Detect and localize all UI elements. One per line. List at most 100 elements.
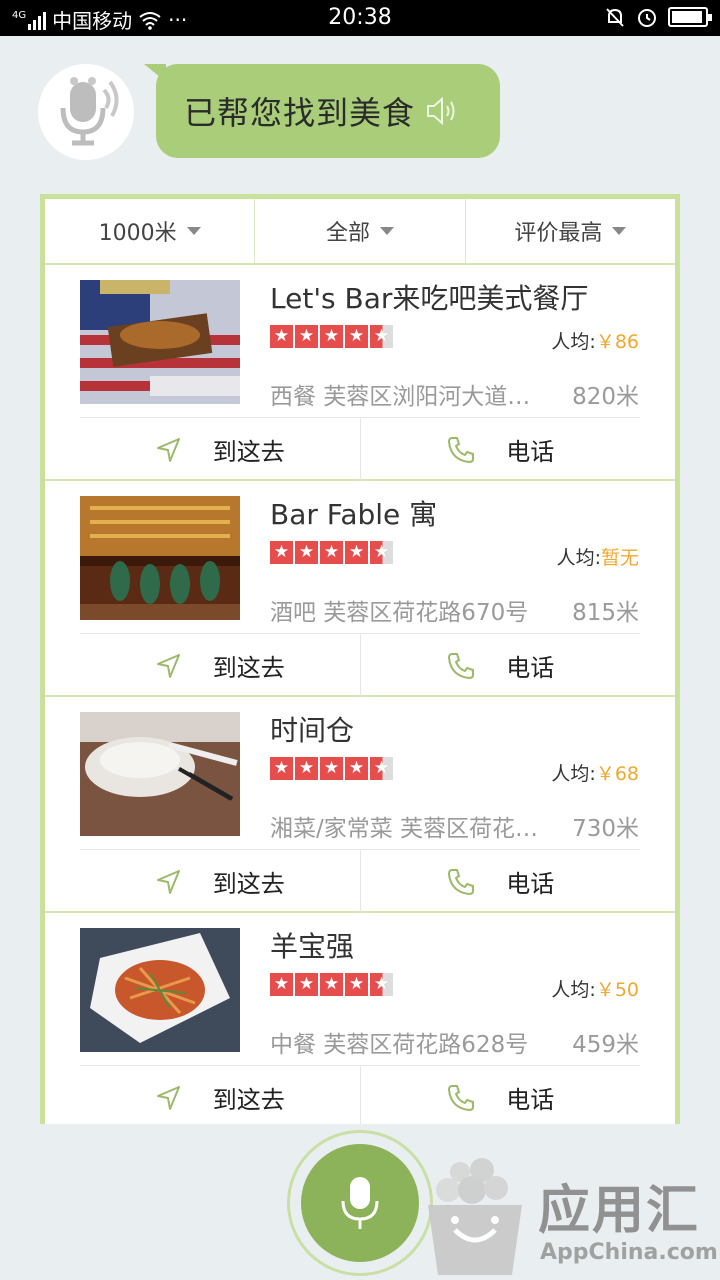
average-price-value: ￥68 xyxy=(595,763,639,785)
navigate-button[interactable]: 到这去 xyxy=(80,634,361,697)
restaurant-name: 羊宝强 xyxy=(270,930,355,963)
filter-sort-label: 评价最高 xyxy=(514,221,603,246)
navigate-button[interactable]: 到这去 xyxy=(80,1066,361,1124)
half-star-icon: ★ xyxy=(370,757,393,780)
navigate-button[interactable]: 到这去 xyxy=(80,418,361,481)
call-label: 电话 xyxy=(506,654,555,682)
appchina-watermark: 应用汇 AppChina.com xyxy=(420,1150,720,1280)
restaurant-item[interactable]: Bar Fable 寓 ★ ★ ★ ★ ★ 人均:暂无 酒吧 芙蓉区荷花路670… xyxy=(45,481,675,697)
navigate-arrow-icon xyxy=(156,437,180,462)
star-icon: ★ xyxy=(345,325,368,348)
half-star-icon: ★ xyxy=(370,325,393,348)
star-icon: ★ xyxy=(345,757,368,780)
microphone-avatar-icon xyxy=(60,77,119,146)
restaurant-actions: 到这去 电话 xyxy=(80,849,640,913)
star-icon: ★ xyxy=(270,325,293,348)
speaker-icon[interactable] xyxy=(425,94,461,128)
phone-icon xyxy=(448,1084,475,1111)
star-icon: ★ xyxy=(345,541,368,564)
star-icon: ★ xyxy=(345,973,368,996)
status-bar: 4G 中国移动 ··· 20:38 xyxy=(0,0,720,36)
dropdown-arrow-icon xyxy=(612,227,627,235)
restaurant-category-address: 西餐 芙蓉区浏阳河大道… xyxy=(270,384,531,410)
rating-stars: ★ ★ ★ ★ ★ xyxy=(270,973,393,996)
call-button[interactable]: 电话 xyxy=(361,634,641,697)
average-price-label: 人均: xyxy=(551,979,596,1001)
restaurant-meta: 酒吧 芙蓉区荷花路670号 815米 xyxy=(270,593,639,627)
average-price-label: 人均: xyxy=(556,547,601,569)
rating-stars: ★ ★ ★ ★ ★ xyxy=(270,325,393,348)
call-button[interactable]: 电话 xyxy=(361,1066,641,1124)
star-icon: ★ xyxy=(320,325,343,348)
filter-bar: 1000米 全部 评价最高 xyxy=(45,199,675,265)
restaurant-meta: 中餐 芙蓉区荷花路628号 459米 xyxy=(270,1025,639,1059)
star-icon: ★ xyxy=(295,757,318,780)
assistant-message-text: 已帮您找到美食 xyxy=(184,94,416,132)
restaurant-name: Let's Bar来吃吧美式餐厅 xyxy=(270,282,589,315)
voice-input-button[interactable] xyxy=(287,1130,433,1276)
battery-icon xyxy=(668,7,712,27)
star-icon: ★ xyxy=(270,973,293,996)
call-button[interactable]: 电话 xyxy=(361,418,641,481)
navigate-button[interactable]: 到这去 xyxy=(80,850,361,913)
star-icon: ★ xyxy=(320,973,343,996)
navigate-label: 到这去 xyxy=(212,438,285,466)
call-label: 电话 xyxy=(506,870,555,898)
average-price-value: 暂无 xyxy=(600,547,639,569)
mute-bell-icon xyxy=(606,8,624,27)
phone-icon xyxy=(448,868,475,895)
star-icon: ★ xyxy=(295,973,318,996)
call-label: 电话 xyxy=(506,1086,555,1114)
rating-stars: ★ ★ ★ ★ ★ xyxy=(270,541,393,564)
restaurant-name: Bar Fable 寓 xyxy=(270,498,438,531)
call-button[interactable]: 电话 xyxy=(361,850,641,913)
star-icon: ★ xyxy=(295,541,318,564)
dropdown-arrow-icon xyxy=(186,227,201,235)
voice-input-core[interactable] xyxy=(301,1144,419,1262)
half-star-icon: ★ xyxy=(370,541,393,564)
average-price: 人均:暂无 xyxy=(557,543,639,570)
assistant-message-bubble[interactable]: 已帮您找到美食 xyxy=(144,64,500,158)
watermark-title: 应用汇 xyxy=(538,1181,701,1241)
restaurant-actions: 到这去 电话 xyxy=(80,417,640,481)
restaurant-distance: 730米 xyxy=(572,816,639,842)
restaurant-name: 时间仓 xyxy=(270,714,355,747)
restaurant-distance: 459米 xyxy=(572,1032,639,1058)
restaurant-meta: 西餐 芙蓉区浏阳河大道… 820米 xyxy=(270,377,639,411)
average-price-value: ￥86 xyxy=(595,331,639,353)
average-price-label: 人均: xyxy=(551,763,596,785)
restaurant-item[interactable]: 羊宝强 ★ ★ ★ ★ ★ 人均:￥50 中餐 芙蓉区荷花路628号 459米 … xyxy=(45,913,675,1124)
star-icon: ★ xyxy=(270,757,293,780)
rating-stars: ★ ★ ★ ★ ★ xyxy=(270,757,393,780)
half-star-icon: ★ xyxy=(370,973,393,996)
assistant-avatar xyxy=(38,64,134,160)
restaurant-category-address: 酒吧 芙蓉区荷花路670号 xyxy=(270,600,529,626)
restaurant-photo xyxy=(80,280,240,404)
microphone-icon xyxy=(341,1177,379,1229)
restaurant-item[interactable]: 时间仓 ★ ★ ★ ★ ★ 人均:￥68 湘菜/家常菜 芙蓉区荷花… 730米 … xyxy=(45,697,675,913)
average-price-label: 人均: xyxy=(551,331,596,353)
restaurant-item[interactable]: Let's Bar来吃吧美式餐厅 ★ ★ ★ ★ ★ 人均:￥86 西餐 芙蓉区… xyxy=(45,265,675,481)
star-icon: ★ xyxy=(295,325,318,348)
star-icon: ★ xyxy=(320,757,343,780)
restaurant-actions: 到这去 电话 xyxy=(80,633,640,697)
phone-icon xyxy=(448,436,475,463)
star-icon: ★ xyxy=(320,541,343,564)
filter-sort[interactable]: 评价最高 xyxy=(466,199,675,263)
filter-distance[interactable]: 1000米 xyxy=(45,199,256,263)
filter-category[interactable]: 全部 xyxy=(255,199,466,263)
restaurant-category-address: 湘菜/家常菜 芙蓉区荷花… xyxy=(270,816,539,842)
navigate-arrow-icon xyxy=(156,869,180,894)
average-price: 人均:￥86 xyxy=(551,327,639,354)
restaurant-actions: 到这去 电话 xyxy=(80,1065,640,1124)
navigate-arrow-icon xyxy=(156,653,180,678)
average-price: 人均:￥50 xyxy=(551,975,639,1002)
restaurant-photo xyxy=(80,496,240,620)
navigate-label: 到这去 xyxy=(212,1086,285,1114)
navigate-arrow-icon xyxy=(156,1085,180,1110)
filter-distance-label: 1000米 xyxy=(98,221,177,246)
restaurant-distance: 815米 xyxy=(572,600,639,626)
navigate-label: 到这去 xyxy=(212,870,285,898)
average-price: 人均:￥68 xyxy=(551,759,639,786)
appchina-logo-icon xyxy=(428,1158,522,1275)
